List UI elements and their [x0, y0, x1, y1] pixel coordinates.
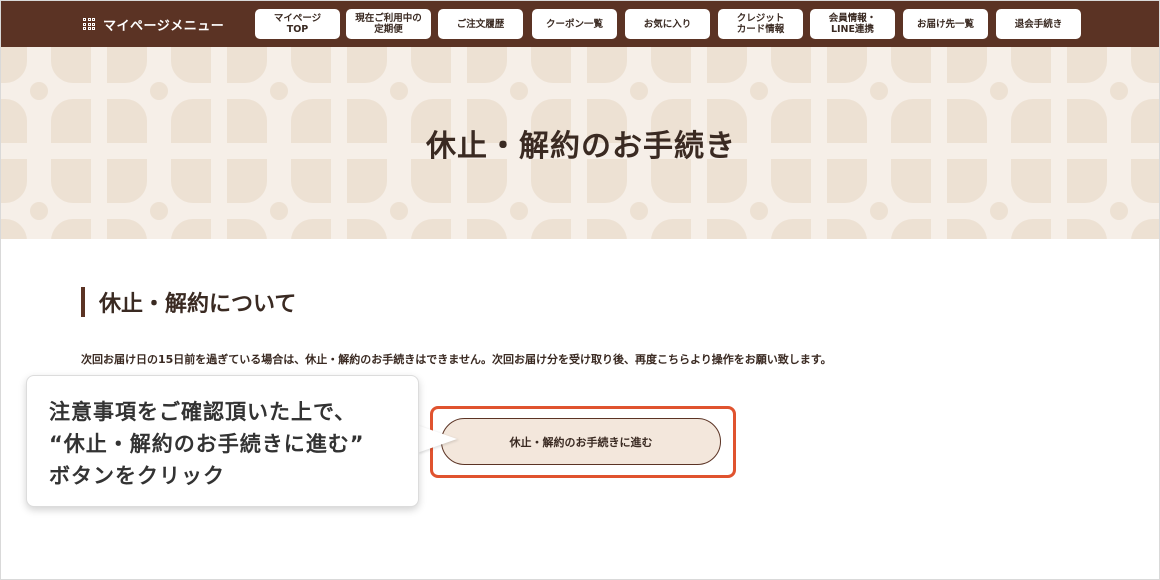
- grid-icon: [83, 18, 95, 30]
- nav-favorites[interactable]: お気に入り: [625, 9, 710, 39]
- nav-credit-card[interactable]: クレジット カード情報: [718, 9, 803, 39]
- mypage-menu-title: マイページメニュー: [83, 1, 224, 47]
- callout-line-2: “休止・解約のお手続きに進む”: [49, 432, 365, 456]
- nav-delivery-addresses[interactable]: お届け先一覧: [903, 9, 988, 39]
- callout-line-1: 注意事項をご確認頂いた上で、: [49, 400, 357, 424]
- callout-line-3: ボタンをクリック: [49, 464, 225, 488]
- nav-order-history[interactable]: ご注文履歴: [438, 9, 523, 39]
- section-heading: 休止・解約について: [81, 287, 296, 317]
- page: マイページメニュー マイページ TOP 現在ご利用中の 定期便 ご注文履歴 クー…: [0, 0, 1160, 580]
- mypage-menu-label: マイページメニュー: [103, 18, 225, 34]
- proceed-cancellation-button[interactable]: 休止・解約のお手続きに進む: [441, 418, 721, 465]
- nav-coupon-list[interactable]: クーポン一覧: [532, 9, 617, 39]
- page-title: 休止・解約のお手続き: [426, 129, 736, 164]
- nav-current-subscription[interactable]: 現在ご利用中の 定期便: [346, 9, 431, 39]
- nav-withdraw[interactable]: 退会手続き: [996, 9, 1081, 39]
- hero-banner: 休止・解約のお手続き: [1, 47, 1159, 239]
- nav-mypage-top[interactable]: マイページ TOP: [255, 9, 340, 39]
- mypage-nav-bar: マイページメニュー マイページ TOP 現在ご利用中の 定期便 ご注文履歴 クー…: [1, 1, 1159, 47]
- instruction-callout: 注意事項をご確認頂いた上で、 “休止・解約のお手続きに進む” ボタンをクリック: [26, 375, 419, 507]
- cancellation-notice: 次回お届け日の15日前を過ぎている場合は、休止・解約のお手続きはできません。次回…: [81, 353, 832, 366]
- callout-pointer: [417, 425, 457, 453]
- nav-member-info[interactable]: 会員情報・ LINE連携: [810, 9, 895, 39]
